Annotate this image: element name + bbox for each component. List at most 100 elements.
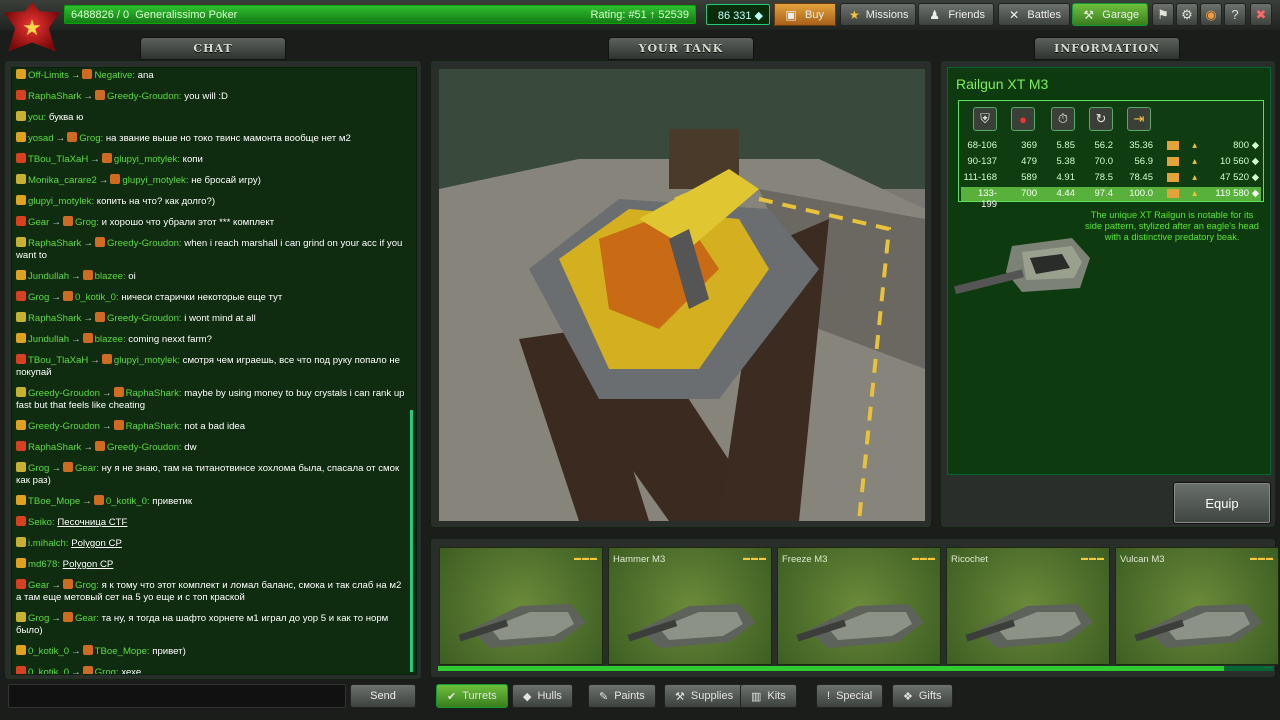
- sender-name[interactable]: RaphaShark: [28, 91, 81, 102]
- sender-name[interactable]: Jundullah: [28, 334, 69, 345]
- item-card[interactable]: Ricochet ▬▬▬: [946, 547, 1110, 665]
- recipient-rank-icon: [82, 333, 93, 343]
- battle-link[interactable]: Песочница CTF: [57, 517, 127, 528]
- sender-name[interactable]: Jundullah: [28, 271, 69, 282]
- sender-name[interactable]: Grog: [28, 292, 49, 303]
- category-supplies[interactable]: ⚒ Supplies: [664, 684, 745, 708]
- close-icon[interactable]: ✖: [1250, 3, 1272, 26]
- sender-name[interactable]: glupyi_motylek:: [28, 196, 94, 207]
- recipient-name[interactable]: Grog:: [75, 217, 99, 228]
- send-button[interactable]: Send: [350, 684, 416, 708]
- sender-name[interactable]: i.mihalch:: [28, 538, 69, 549]
- stats-row[interactable]: 111-168 589 4.91 78.5 78.45 ▴ 47 520 ◆: [961, 171, 1261, 185]
- garage-button[interactable]: ⚒ Garage: [1072, 3, 1148, 26]
- sender-name[interactable]: 0_kotik_0: [28, 646, 69, 657]
- sender-name[interactable]: Monika_carare2: [28, 175, 97, 186]
- recipient-name[interactable]: Gear:: [75, 463, 99, 474]
- category-hulls[interactable]: ◆ Hulls: [512, 684, 573, 708]
- equip-button[interactable]: Equip: [1173, 482, 1271, 524]
- recipient-name[interactable]: Greedy-Groudon:: [107, 91, 182, 102]
- sender-name[interactable]: Off-Limits: [28, 70, 69, 81]
- recipient-name[interactable]: glupyi_motylek:: [122, 175, 188, 186]
- friends-label: Friends: [948, 8, 985, 21]
- carousel-scroll-thumb[interactable]: [438, 666, 1224, 671]
- sender-rank-icon: [16, 645, 26, 655]
- recipient-name[interactable]: TBoe_Mope:: [95, 646, 150, 657]
- item-card[interactable]: Vulcan M3 ▬▬▬: [1115, 547, 1279, 665]
- sender-name[interactable]: yosad: [28, 133, 54, 144]
- help-button[interactable]: ?: [1224, 3, 1246, 26]
- item-card[interactable]: Freeze M3 ▬▬▬: [777, 547, 941, 665]
- recipient-name[interactable]: glupyi_motylek:: [114, 154, 180, 165]
- category-special[interactable]: ! Special: [816, 684, 884, 708]
- missions-button[interactable]: ★ Missions: [840, 3, 916, 26]
- recipient-name[interactable]: 0_kotik_0:: [75, 292, 119, 303]
- sender-name[interactable]: md678:: [28, 559, 60, 570]
- stats-table: ⛨ ● ⏱ ↻ ⇥ 68-106 369 5.85 56.2 35.36 ▴ 800 ◆ 90-…: [958, 100, 1264, 210]
- stats-row[interactable]: 90-137 479 5.38 70.0 56.9 ▴ 10 560 ◆: [961, 155, 1261, 169]
- category-gifts[interactable]: ❖ Gifts: [892, 684, 953, 708]
- clan-icon[interactable]: ⚑: [1152, 3, 1174, 26]
- item-card[interactable]: Hammer M3 ▬▬▬: [608, 547, 772, 665]
- price-value: 47 520: [1219, 172, 1249, 183]
- recipient-name[interactable]: Grog:: [79, 133, 103, 144]
- battle-link[interactable]: Polygon CP: [71, 538, 122, 549]
- item-card[interactable]: ▬▬▬: [439, 547, 603, 665]
- sender-name[interactable]: TBou_TlaXaH: [28, 355, 88, 366]
- sender-name[interactable]: Grog: [28, 463, 49, 474]
- recipient-name[interactable]: RaphaShark:: [126, 388, 182, 399]
- sender-name[interactable]: Gear: [28, 217, 49, 228]
- chat-input[interactable]: [8, 684, 346, 708]
- sender-name[interactable]: RaphaShark: [28, 442, 81, 453]
- sender-name[interactable]: Seiko:: [28, 517, 55, 528]
- category-turrets[interactable]: ✔ Turrets: [436, 684, 508, 708]
- buy-button[interactable]: ▣ Buy: [774, 3, 836, 26]
- carousel-scrollbar[interactable]: [438, 666, 1274, 671]
- friends-button[interactable]: ♟ Friends: [918, 3, 994, 26]
- rank-requirement-icon: ▴: [1192, 156, 1197, 167]
- recipient-name[interactable]: Greedy-Groudon:: [107, 313, 182, 324]
- recipient-name[interactable]: Greedy-Groudon:: [107, 442, 182, 453]
- sender-name[interactable]: Gear: [28, 580, 49, 591]
- turrets-label: Turrets: [462, 690, 497, 702]
- recipient-name[interactable]: Gear:: [75, 613, 99, 624]
- stats-row[interactable]: 68-106 369 5.85 56.2 35.36 ▴ 800 ◆: [961, 139, 1261, 153]
- recipient-name[interactable]: blazee:: [95, 334, 126, 345]
- sender-name[interactable]: RaphaShark: [28, 238, 81, 249]
- sender-name[interactable]: TBoe_Mope: [28, 496, 80, 507]
- recipient-name[interactable]: RaphaShark:: [126, 421, 182, 432]
- sender-rank-icon: [16, 69, 26, 79]
- missions-label: Missions: [865, 8, 909, 21]
- recipient-name[interactable]: Grog:: [95, 667, 119, 674]
- chat-scrollbar[interactable]: [410, 410, 413, 672]
- item-title: Railgun XT M3: [956, 76, 1049, 92]
- reload-icon: ⏱: [1051, 107, 1075, 131]
- sender-name[interactable]: Greedy-Groudon: [28, 388, 100, 399]
- chat-message: Grog → 0_kotik_0: ничеси старички некоторы…: [12, 290, 416, 304]
- category-kits[interactable]: ▥ Kits: [740, 684, 797, 708]
- sender-name[interactable]: Greedy-Groudon: [28, 421, 100, 432]
- sender-rank-icon: [16, 195, 26, 205]
- reply-arrow-icon: →: [51, 613, 61, 624]
- battle-link[interactable]: Polygon CP: [63, 559, 114, 570]
- sender-name[interactable]: RaphaShark: [28, 313, 81, 324]
- battles-button[interactable]: ✕ Battles: [998, 3, 1070, 26]
- sender-name[interactable]: TBou_TlaXaH: [28, 154, 88, 165]
- recipient-name[interactable]: Negative:: [94, 70, 135, 81]
- recipient-name[interactable]: 0_kotik_0:: [106, 496, 150, 507]
- gear-icon[interactable]: ⚙: [1176, 3, 1198, 26]
- sender-name[interactable]: Grog: [28, 613, 49, 624]
- recipient-name[interactable]: blazee:: [95, 271, 126, 282]
- chat-log[interactable]: Off-Limits → Negative: ana RaphaShark → Greed…: [11, 67, 417, 675]
- sound-icon[interactable]: ◉: [1200, 3, 1222, 26]
- sender-name[interactable]: you:: [28, 112, 46, 123]
- recipient-name[interactable]: Grog:: [75, 580, 99, 591]
- category-paints[interactable]: ✎ Paints: [588, 684, 656, 708]
- stats-row[interactable]: 133-199 700 4.44 97.4 100.0 ▴ 119 580 ◆: [961, 187, 1261, 210]
- recipient-name[interactable]: glupyi_motylek:: [114, 355, 180, 366]
- chat-panel: Off-Limits → Negative: ana RaphaShark → Greed…: [4, 60, 422, 680]
- recipient-name[interactable]: Greedy-Groudon:: [107, 238, 182, 249]
- sender-name[interactable]: 0_kotik_0: [28, 667, 69, 674]
- crystal-balance: 86 331 ◆: [706, 4, 770, 25]
- tank-preview-image[interactable]: [439, 69, 925, 521]
